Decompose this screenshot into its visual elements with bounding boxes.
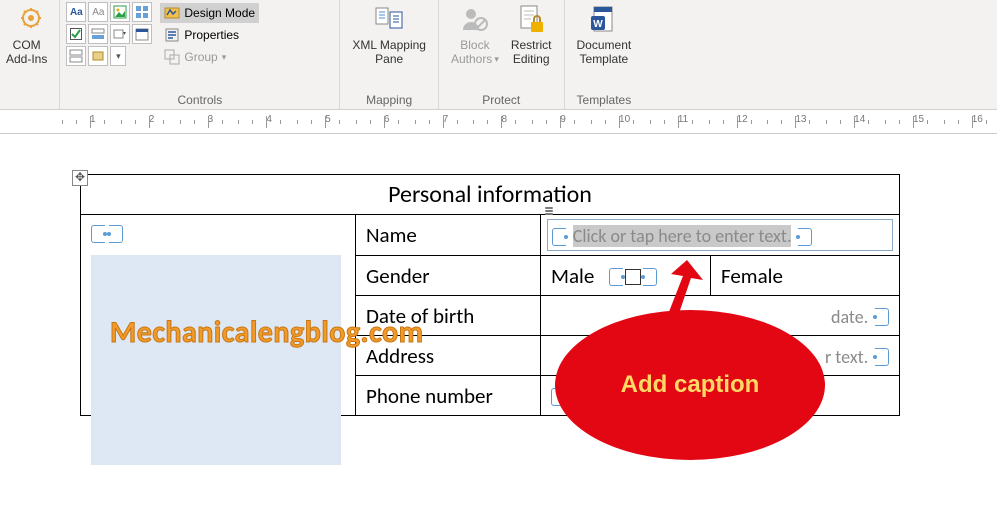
xml-mapping-button[interactable]: XML Mapping Pane xyxy=(346,2,432,68)
legacy-dropdown-icon[interactable]: ▾ xyxy=(110,46,126,66)
templates-group-label: Templates xyxy=(571,93,638,109)
plain-text-cc-icon[interactable]: Aa xyxy=(88,2,108,22)
rich-text-cc-icon[interactable]: Aa xyxy=(66,2,86,22)
restrict-label1: Restrict xyxy=(511,38,552,52)
address-placeholder-tail: r text. xyxy=(825,346,868,368)
doctpl-label1: Document xyxy=(577,38,632,52)
watermark-text: Mechanicalengblog.com xyxy=(110,314,424,351)
callout-annotation: Add caption xyxy=(555,310,825,460)
properties-icon xyxy=(164,27,180,43)
com-addins-label2: Add-Ins xyxy=(6,52,47,66)
group-icon xyxy=(164,49,180,65)
cc-bracket-icon xyxy=(609,268,623,286)
combobox-cc-icon[interactable] xyxy=(88,24,108,44)
svg-text:W: W xyxy=(593,19,603,30)
group-controls: Aa Aa xyxy=(60,0,340,109)
group-mapping: XML Mapping Pane Mapping xyxy=(340,0,439,109)
block-label1: Block xyxy=(460,38,489,52)
dob-placeholder-tail: date. xyxy=(831,306,868,328)
restrict-label2: Editing xyxy=(513,52,550,66)
xml-mapping-icon xyxy=(373,4,405,36)
chevron-down-icon: ▾ xyxy=(494,54,499,65)
cc-bracket-icon xyxy=(109,225,123,243)
male-label: Male xyxy=(551,263,594,289)
mapping-group-label: Mapping xyxy=(346,93,432,109)
callout-oval: Add caption xyxy=(555,310,825,460)
cc-tab-handle-icon[interactable] xyxy=(545,207,555,215)
group-addins: COM Add-Ins xyxy=(0,0,60,109)
design-mode-button[interactable]: Design Mode xyxy=(160,3,259,23)
ruler-tick: 16 xyxy=(972,114,997,125)
name-label: Name xyxy=(356,215,541,256)
cc-bracket-icon xyxy=(552,228,566,246)
properties-label: Properties xyxy=(184,28,239,42)
callout-arrow-icon xyxy=(635,260,715,330)
dropdown-cc-icon[interactable] xyxy=(110,24,130,44)
xml-mapping-label2: Pane xyxy=(375,52,403,66)
picture-cc-icon[interactable] xyxy=(110,2,130,22)
com-addins-label1: COM xyxy=(13,38,41,52)
cc-bracket-icon xyxy=(91,225,105,243)
table-move-handle-icon[interactable]: ✥ xyxy=(72,170,88,186)
building-block-cc-icon[interactable] xyxy=(132,2,152,22)
group-templates: W Document Template Templates xyxy=(565,0,644,109)
name-field-cell: Click or tap here to enter text. xyxy=(541,215,900,256)
controls-options: Design Mode Properties Group ▾ xyxy=(160,2,259,67)
properties-button[interactable]: Properties xyxy=(160,25,259,45)
design-mode-label: Design Mode xyxy=(184,6,255,20)
gender-label: Gender xyxy=(356,256,541,296)
design-mode-icon xyxy=(164,5,180,21)
block-label2: Authors xyxy=(451,52,492,66)
xml-mapping-label1: XML Mapping xyxy=(352,38,426,52)
document-area[interactable]: ✥ Personal information Name Click or tap… xyxy=(0,134,997,416)
horizontal-ruler[interactable]: 1 2 3 4 5 6 7 8 9 10 11 12 13 14 15 16 1… xyxy=(0,110,997,134)
controls-group-label: Controls xyxy=(66,93,333,109)
restrict-editing-icon xyxy=(515,4,547,36)
repeating-cc-icon[interactable] xyxy=(66,46,86,66)
cc-bracket-icon xyxy=(798,228,812,246)
legacy-tools-icon[interactable] xyxy=(88,46,108,66)
document-template-button[interactable]: W Document Template xyxy=(571,2,638,68)
doctpl-label2: Template xyxy=(580,52,629,66)
cc-bracket-icon xyxy=(875,308,889,326)
group-label: Group xyxy=(184,50,217,64)
female-label: Female xyxy=(721,263,783,289)
block-authors-icon xyxy=(459,4,491,36)
gear-icon xyxy=(11,4,43,36)
gender-female-cell: Female xyxy=(711,256,900,296)
com-addins-button[interactable]: COM Add-Ins xyxy=(0,2,53,68)
callout-text: Add caption xyxy=(621,371,760,399)
group-addins-label xyxy=(0,93,53,109)
group-protect: Block Authors▾ Restrict Editing Protect xyxy=(439,0,565,109)
picture-content-control[interactable] xyxy=(91,255,341,465)
cc-bracket-icon xyxy=(875,348,889,366)
checkbox-cc-icon[interactable] xyxy=(66,24,86,44)
document-template-icon: W xyxy=(588,4,620,36)
chevron-down-icon: ▾ xyxy=(222,52,227,63)
date-cc-icon[interactable] xyxy=(132,24,152,44)
name-placeholder[interactable]: Click or tap here to enter text. xyxy=(573,225,792,247)
group-button[interactable]: Group ▾ xyxy=(160,47,259,67)
phone-label: Phone number xyxy=(356,376,541,416)
ribbon: COM Add-Ins Aa Aa xyxy=(0,0,997,110)
restrict-editing-button[interactable]: Restrict Editing xyxy=(505,2,558,68)
block-authors-button[interactable]: Block Authors▾ xyxy=(445,2,505,68)
protect-group-label: Protect xyxy=(445,93,558,109)
controls-gallery: Aa Aa xyxy=(66,2,152,66)
table-title: Personal information xyxy=(81,175,900,215)
